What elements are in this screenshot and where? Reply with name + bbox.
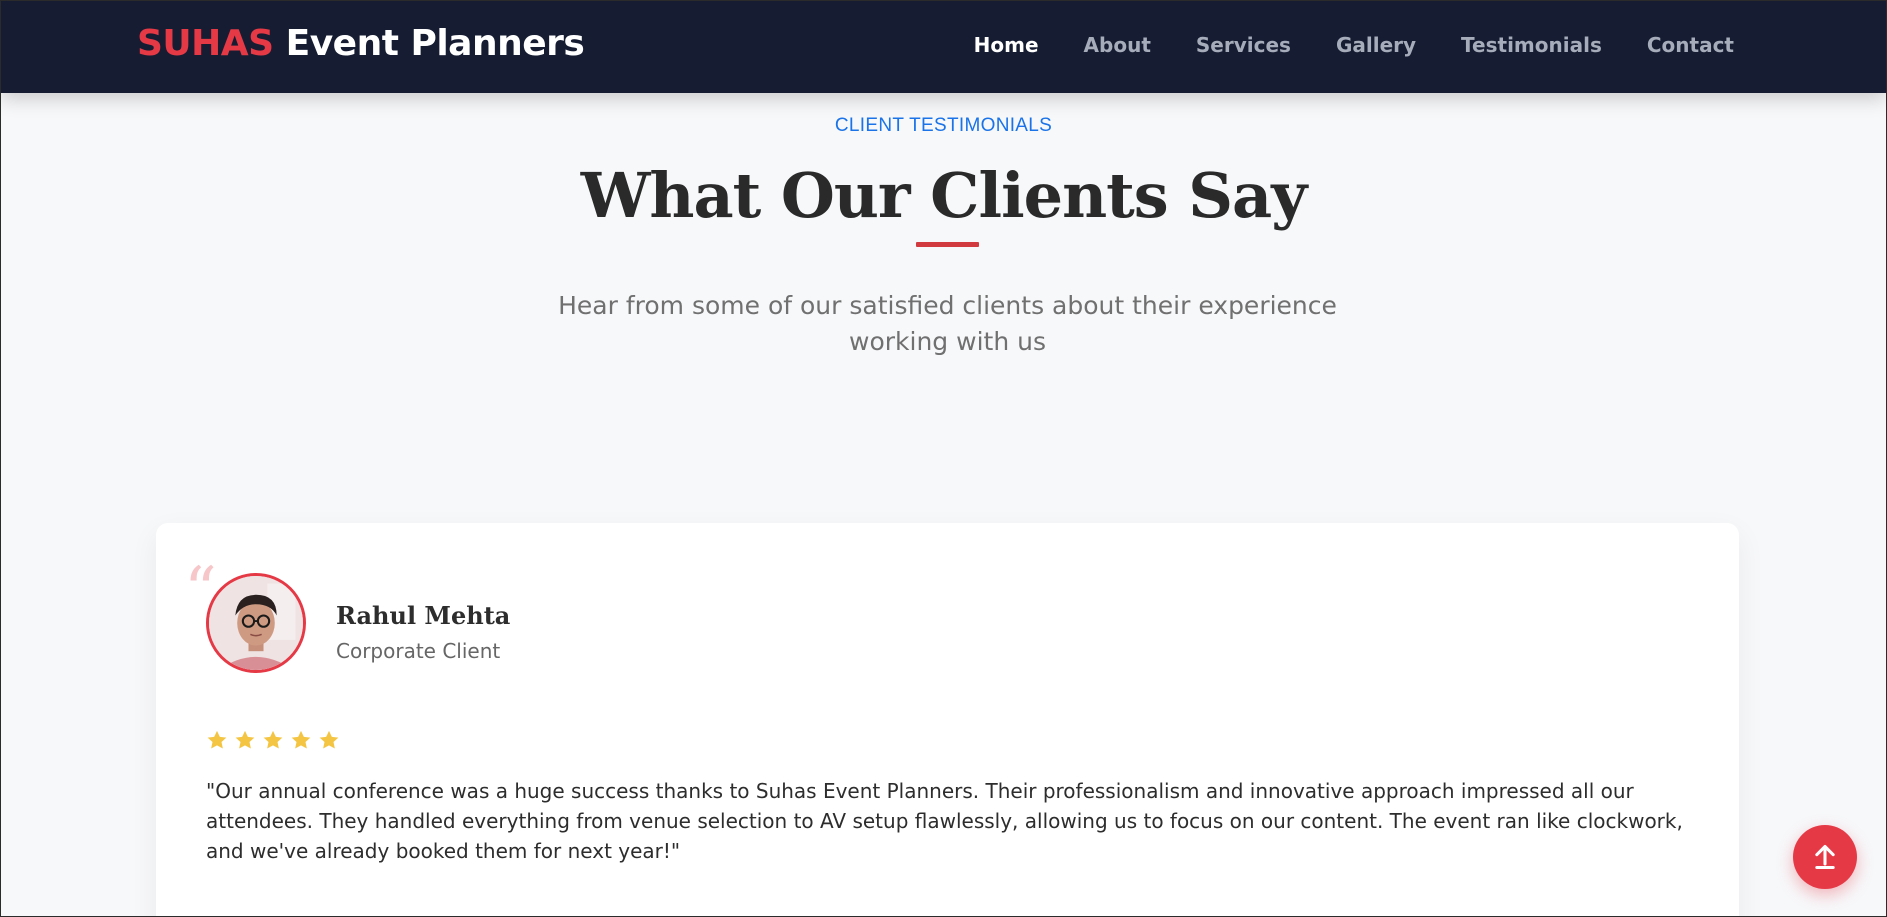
main-nav: Home About Services Gallery Testimonials… bbox=[974, 33, 1734, 57]
page: SUHAS Event Planners Home About Services… bbox=[0, 0, 1887, 917]
nav-link-services[interactable]: Services bbox=[1196, 33, 1291, 57]
site-logo[interactable]: SUHAS Event Planners bbox=[137, 23, 585, 64]
nav-link-contact[interactable]: Contact bbox=[1647, 33, 1734, 57]
section-subtitle: Hear from some of our satisfied clients … bbox=[558, 291, 1337, 356]
arrow-up-icon bbox=[1815, 844, 1835, 870]
nav-link-testimonials[interactable]: Testimonials bbox=[1461, 33, 1602, 57]
nav-link-gallery[interactable]: Gallery bbox=[1336, 33, 1416, 57]
star-icon bbox=[263, 730, 283, 749]
client-avatar bbox=[206, 573, 306, 673]
rating-stars bbox=[206, 729, 340, 751]
star-icon bbox=[207, 730, 227, 749]
section-title: What Our Clients Say bbox=[580, 159, 1308, 232]
testimonial-card: “ Rahul Mehta Corporate Client "Our annu… bbox=[156, 523, 1739, 916]
section-eyebrow: CLIENT TESTIMONIALS bbox=[834, 115, 1053, 136]
client-name: Rahul Mehta bbox=[336, 601, 511, 630]
avatar-image bbox=[209, 576, 303, 670]
client-role: Corporate Client bbox=[336, 639, 501, 663]
site-header: SUHAS Event Planners Home About Services… bbox=[1, 1, 1886, 93]
star-icon bbox=[291, 730, 311, 749]
title-underline bbox=[916, 242, 979, 247]
star-icon bbox=[235, 730, 255, 749]
testimonial-text: "Our annual conference was a huge succes… bbox=[206, 779, 1683, 863]
logo-brand: SUHAS bbox=[137, 23, 274, 64]
logo-text: Event Planners bbox=[273, 23, 585, 64]
nav-link-home[interactable]: Home bbox=[974, 33, 1039, 57]
star-icon bbox=[319, 730, 339, 749]
nav-link-about[interactable]: About bbox=[1084, 33, 1151, 57]
back-to-top-button[interactable] bbox=[1793, 825, 1857, 889]
